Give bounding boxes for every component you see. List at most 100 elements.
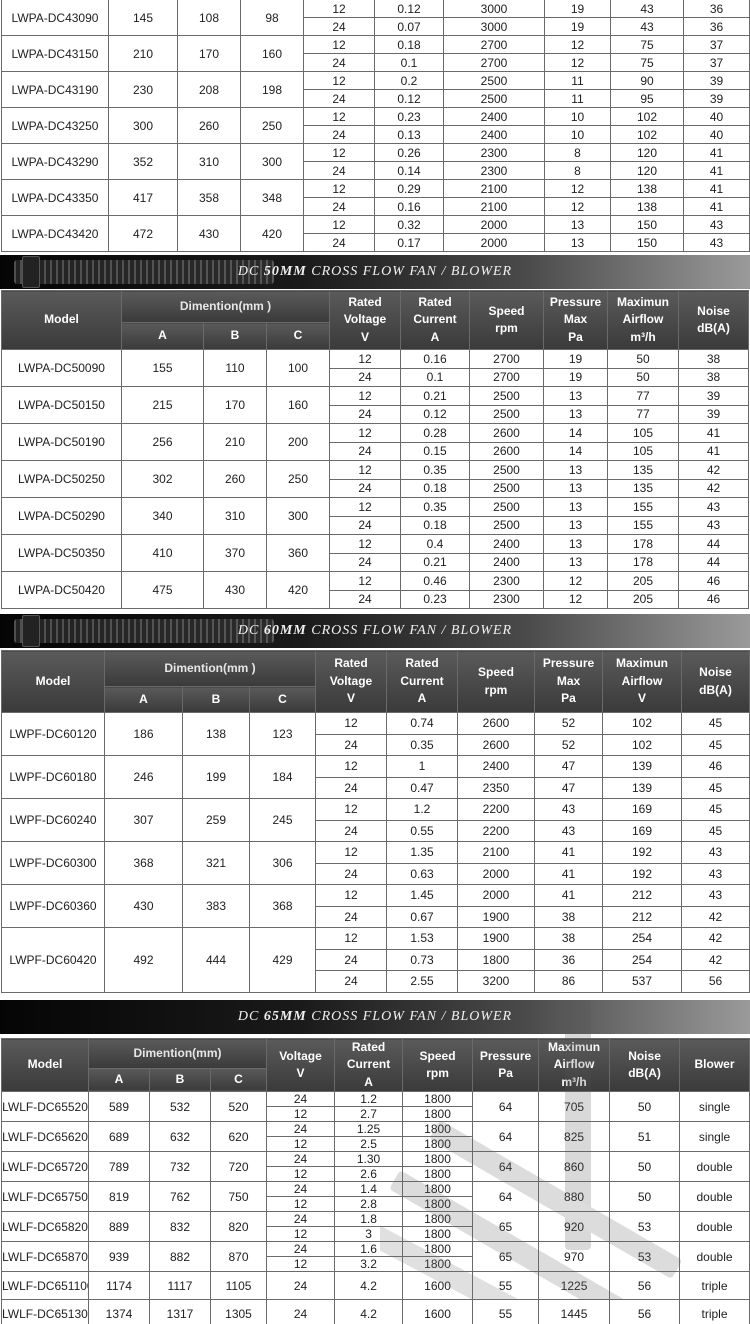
table-row: LWPA-DC43090 145 108 98 12 0.12 3000 19 43 36 bbox=[1, 0, 750, 36]
noise-cell: 36 bbox=[683, 17, 750, 36]
dim-a-cell: 889 bbox=[88, 1211, 150, 1243]
model-cell: LWPA-DC50150 bbox=[1, 386, 122, 424]
airflow-cell: 537 bbox=[602, 970, 682, 993]
dim-a-cell: 819 bbox=[88, 1181, 150, 1213]
current-cell: 0.13 bbox=[374, 125, 444, 144]
speed-cell: 1800 bbox=[402, 1196, 474, 1213]
table-row: LWPA-DC43420 472 430 420 12 0.32 2000 13 150 43 bbox=[1, 215, 750, 252]
voltage-cell: 12 bbox=[303, 107, 375, 126]
dim-c-cell: 1105 bbox=[209, 1271, 268, 1301]
current-cell: 2.6 bbox=[334, 1166, 404, 1183]
dim-c-cell: 198 bbox=[240, 71, 304, 108]
voltage-cell: 12 bbox=[329, 423, 401, 443]
dim-c-cell: 520 bbox=[209, 1091, 268, 1123]
voltage-cell: 12 bbox=[266, 1256, 336, 1273]
noise-cell: 41 bbox=[683, 197, 750, 216]
current-cell: 0.35 bbox=[386, 733, 458, 756]
speed-cell: 2000 bbox=[457, 884, 535, 907]
airflow-cell: 155 bbox=[607, 497, 679, 517]
voltage-cell: 12 bbox=[303, 143, 375, 162]
spec-table-65mm-header: Model Dimention(mm) Voltage V Rated Curren… bbox=[1, 1037, 750, 1093]
current-cell: 0.17 bbox=[374, 233, 444, 252]
voltage-cell: 12 bbox=[329, 571, 401, 591]
dim-c-cell: 160 bbox=[266, 386, 330, 424]
table-row: LWPA-DC43250 300 260 250 12 0.23 2400 10 102 40 bbox=[1, 107, 750, 144]
current-cell: 0.07 bbox=[374, 17, 444, 36]
table-row: LWPF-DC60300 368 321 306 12 1.35 2100 41 192 43 bbox=[1, 841, 750, 885]
dim-b-cell: 138 bbox=[182, 712, 250, 756]
speed-cell: 1800 bbox=[402, 1136, 474, 1153]
spec-table-60mm-header: Model Dimention(mm ) Rated Voltage V Rated… bbox=[1, 650, 750, 713]
col-noise-header: Noise dB(A) bbox=[609, 1037, 681, 1093]
model-cell: LWPA-DC50190 bbox=[1, 423, 122, 461]
airflow-cell: 90 bbox=[610, 71, 684, 90]
speed-cell: 2500 bbox=[469, 497, 544, 517]
col-c-header: C bbox=[249, 686, 316, 713]
voltage-cell: 24 bbox=[303, 125, 375, 144]
current-cell: 0.28 bbox=[400, 423, 470, 443]
dim-c-cell: 870 bbox=[209, 1241, 268, 1273]
spec-table-65mm: Model Dimention(mm) Voltage V Rated Curren… bbox=[1, 1037, 750, 1324]
noise-cell: 56 bbox=[609, 1271, 681, 1301]
model-cell: LWLF-DC651100 bbox=[1, 1271, 89, 1301]
speed-cell: 2400 bbox=[443, 107, 545, 126]
current-cell: 2.8 bbox=[334, 1196, 404, 1213]
airflow-cell: 139 bbox=[602, 776, 682, 799]
voltage-cell: 24 bbox=[329, 515, 401, 535]
current-cell: 0.23 bbox=[400, 589, 470, 609]
noise-cell: 40 bbox=[683, 125, 750, 144]
table-row: LWPA-DC43350 417 358 348 12 0.29 2100 12 138 41 bbox=[1, 179, 750, 216]
voltage-cell: 12 bbox=[303, 35, 375, 54]
airflow-cell: 1445 bbox=[538, 1299, 611, 1324]
speed-cell: 3000 bbox=[443, 0, 545, 18]
current-cell: 1.6 bbox=[334, 1241, 404, 1258]
dim-a-cell: 410 bbox=[121, 534, 204, 572]
spec-table-65mm-body: LWLF-DC65520 589 532 520 24 1.2 1800 64 705 50 sin… bbox=[1, 1091, 750, 1324]
airflow-cell: 102 bbox=[610, 125, 684, 144]
pressure-cell: 43 bbox=[534, 798, 603, 821]
voltage-cell: 12 bbox=[315, 755, 387, 778]
dim-a-cell: 210 bbox=[108, 35, 178, 72]
dim-b-cell: 170 bbox=[177, 35, 241, 72]
table-row: LWLF-DC65870 939 882 870 24 1.6 1800 65 970 53 dou… bbox=[1, 1241, 750, 1273]
model-cell: LWPA-DC43250 bbox=[1, 107, 109, 144]
current-cell: 1.53 bbox=[386, 927, 458, 950]
col-voltage-header: Rated Voltage V bbox=[329, 290, 401, 350]
noise-cell: 41 bbox=[678, 423, 749, 443]
speed-cell: 2500 bbox=[469, 386, 544, 406]
dim-a-cell: 368 bbox=[104, 841, 183, 885]
current-cell: 0.74 bbox=[386, 712, 458, 735]
speed-cell: 2100 bbox=[443, 179, 545, 198]
voltage-cell: 12 bbox=[266, 1106, 336, 1123]
noise-cell: 42 bbox=[678, 460, 749, 480]
noise-cell: 38 bbox=[678, 349, 749, 369]
speed-cell: 1800 bbox=[457, 948, 535, 971]
speed-cell: 2400 bbox=[469, 552, 544, 572]
current-cell: 0.32 bbox=[374, 215, 444, 234]
dim-a-cell: 939 bbox=[88, 1241, 150, 1273]
dim-b-cell: 1117 bbox=[149, 1271, 211, 1301]
dim-a-cell: 689 bbox=[88, 1121, 150, 1153]
col-model-header: Model bbox=[1, 1037, 89, 1093]
table-row: LWPA-DC43150 210 170 160 12 0.18 2700 12 75 37 bbox=[1, 35, 750, 72]
current-cell: 1.2 bbox=[386, 798, 458, 821]
speed-cell: 2300 bbox=[469, 589, 544, 609]
pressure-cell: 64 bbox=[472, 1091, 540, 1123]
current-cell: 0.46 bbox=[400, 571, 470, 591]
noise-cell: 44 bbox=[678, 534, 749, 554]
airflow-cell: 135 bbox=[607, 478, 679, 498]
pressure-cell: 86 bbox=[534, 970, 603, 993]
dim-c-cell: 750 bbox=[209, 1181, 268, 1213]
table-row: LWLF-DC651300 1374 1317 1305 24 4.2 1600 55 1445… bbox=[1, 1299, 750, 1324]
dim-c-cell: 348 bbox=[240, 179, 304, 216]
current-cell: 0.16 bbox=[400, 349, 470, 369]
noise-cell: 43 bbox=[681, 841, 750, 864]
pressure-cell: 14 bbox=[543, 423, 608, 443]
airflow-cell: 95 bbox=[610, 89, 684, 108]
pressure-cell: 12 bbox=[544, 179, 611, 198]
table-row: LWPA-DC50420 475 430 420 12 0.46 2300 12 205 46 bbox=[1, 571, 749, 609]
airflow-cell: 192 bbox=[602, 841, 682, 864]
speed-cell: 1800 bbox=[402, 1181, 474, 1198]
dim-a-cell: 1374 bbox=[88, 1299, 150, 1324]
pressure-cell: 8 bbox=[544, 143, 611, 162]
